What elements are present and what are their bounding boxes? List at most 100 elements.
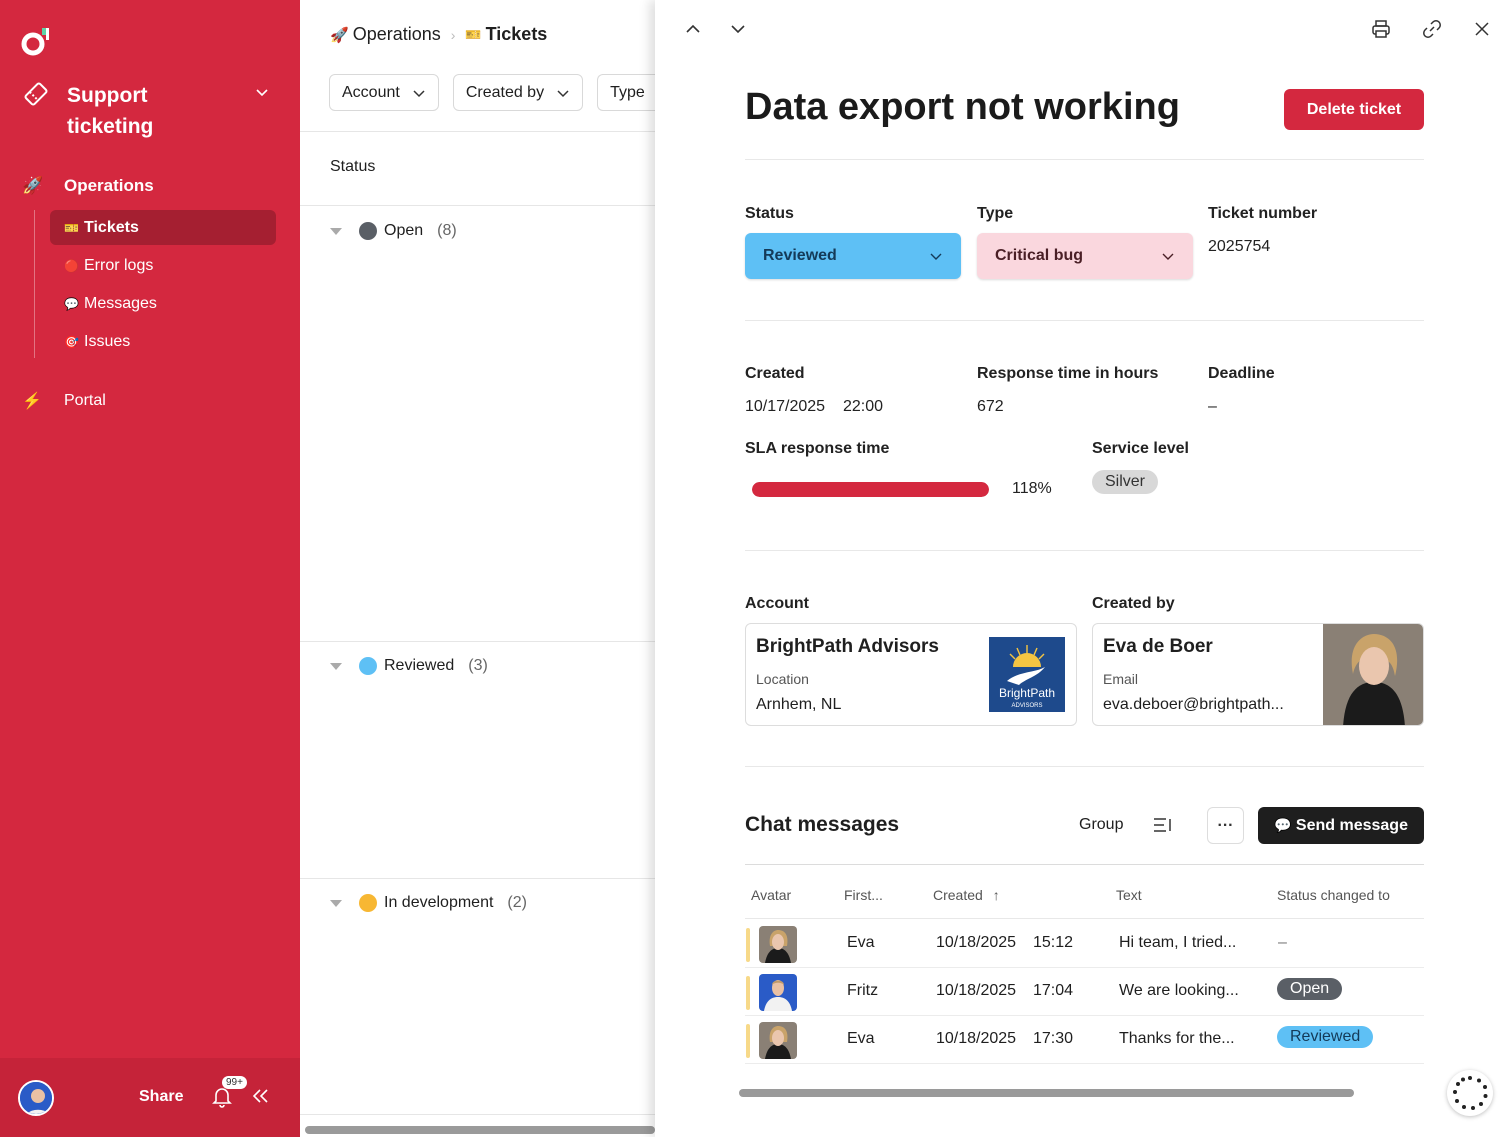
horizontal-scrollbar[interactable] <box>739 1089 1354 1097</box>
cell-created-time: 17:30 <box>1033 1030 1074 1047</box>
sidebar-item-error-logs[interactable]: 🔴 Error logs <box>50 248 276 283</box>
divider <box>300 131 655 132</box>
filter-account[interactable]: Account <box>329 74 439 111</box>
deadline-label: Deadline <box>1208 365 1275 382</box>
group-reviewed[interactable]: Reviewed (3) <box>330 657 488 675</box>
column-header-status-changed[interactable]: Status changed to <box>1277 887 1390 903</box>
table-row[interactable]: Eva 10/18/2025 17:30 Thanks for the... R… <box>745 1016 1424 1064</box>
row-marker <box>746 976 750 1010</box>
sidebar-item-label: Messages <box>84 294 157 312</box>
status-select[interactable]: Reviewed <box>745 233 961 279</box>
more-options-button[interactable]: ··· <box>1207 807 1244 844</box>
collapse-triangle-icon[interactable] <box>330 227 342 235</box>
column-header-avatar[interactable]: Avatar <box>751 887 791 903</box>
link-icon[interactable] <box>1422 19 1442 39</box>
target-icon: 🎯 <box>64 334 79 349</box>
account-label: Account <box>745 595 809 612</box>
sla-percent: 118% <box>1012 480 1052 497</box>
breadcrumb-tickets[interactable]: Tickets <box>486 24 548 45</box>
breadcrumb-operations[interactable]: Operations <box>353 24 441 45</box>
group-label: Open <box>384 222 424 239</box>
account-field-value: Arnhem, NL <box>756 696 842 713</box>
column-header-text[interactable]: Text <box>1116 887 1142 903</box>
sidebar-item-label: Issues <box>84 332 131 350</box>
ticket-icon <box>24 82 48 106</box>
avatar-eva <box>759 926 797 963</box>
brightpath-logo-icon: BrightPath ADVISORS <box>989 637 1065 712</box>
send-message-button[interactable]: 💬 Send message <box>1258 807 1424 844</box>
response-time-value: 672 <box>977 398 1004 415</box>
workspace-name: Support ticketing <box>67 84 154 138</box>
bell-icon[interactable] <box>212 1086 232 1108</box>
account-card[interactable]: BrightPath Advisors Location Arnhem, NL … <box>745 623 1077 726</box>
group-in-development[interactable]: In development (2) <box>330 894 527 912</box>
horizontal-scrollbar[interactable] <box>305 1126 655 1134</box>
type-select[interactable]: Critical bug <box>977 233 1193 279</box>
cell-created-time: 15:12 <box>1033 934 1074 951</box>
status-dot <box>359 657 377 675</box>
creator-name: Eva de Boer <box>1103 636 1213 657</box>
chevron-down-icon[interactable] <box>728 19 748 39</box>
cell-created-date: 10/18/2025 <box>936 934 1017 951</box>
workspace-switcher[interactable]: Support ticketing <box>22 80 282 140</box>
created-by-label: Created by <box>1092 595 1175 612</box>
cell-created-date: 10/18/2025 <box>936 1030 1017 1047</box>
collapse-triangle-icon[interactable] <box>330 662 342 670</box>
collapse-triangle-icon[interactable] <box>330 899 342 907</box>
close-icon[interactable] <box>1472 19 1492 39</box>
notification-badge: 99+ <box>222 1076 247 1089</box>
creator-photo <box>1323 624 1423 725</box>
cell-text: Thanks for the... <box>1119 1030 1235 1047</box>
sort-icon[interactable] <box>1152 815 1174 835</box>
column-header-label: Created <box>933 887 983 903</box>
chevron-down-icon <box>413 89 425 97</box>
filter-created-by[interactable]: Created by <box>452 74 584 111</box>
type-label: Type <box>977 205 1014 222</box>
chevron-down-icon[interactable] <box>254 84 270 100</box>
nav-section-portal[interactable]: ⚡ Portal <box>22 388 106 414</box>
filter-label: Account <box>342 83 400 101</box>
created-by-card[interactable]: Eva de Boer Email eva.deboer@brightpath.… <box>1092 623 1424 726</box>
sidebar-item-messages[interactable]: 💬 Messages <box>50 286 276 321</box>
delete-ticket-button[interactable]: Delete ticket <box>1284 89 1424 130</box>
created-date: 10/17/2025 <box>745 398 826 415</box>
column-header-first[interactable]: First... <box>844 887 883 903</box>
service-level-label: Service level <box>1092 440 1189 457</box>
avatar-fritz <box>759 974 797 1011</box>
share-button[interactable]: Share <box>139 1088 183 1106</box>
column-header-status[interactable]: Status <box>330 158 375 176</box>
sidebar-item-tickets[interactable]: 🎫 Tickets <box>50 210 276 245</box>
nav-section-label: Operations <box>64 176 154 195</box>
divider <box>745 320 1424 321</box>
breadcrumb: 🚀 Operations › 🎫 Tickets <box>330 24 547 45</box>
print-icon[interactable] <box>1371 19 1391 39</box>
column-header-created[interactable]: Created ↑ <box>933 887 1000 903</box>
status-dot <box>359 894 377 912</box>
user-avatar[interactable] <box>18 1080 54 1116</box>
group-button[interactable]: Group <box>1079 816 1123 834</box>
arrow-up-icon: ↑ <box>992 887 1000 903</box>
group-open[interactable]: Open (8) <box>330 222 457 240</box>
group-count: (2) <box>507 894 527 911</box>
status-pill-open: Open <box>1277 978 1343 1000</box>
cell-created-date: 10/18/2025 <box>936 982 1017 999</box>
rocket-icon: 🚀 <box>22 176 44 195</box>
divider <box>745 918 1424 919</box>
divider <box>300 1114 655 1115</box>
lightning-icon: ⚡ <box>22 393 42 410</box>
deadline-value: – <box>1208 398 1217 415</box>
chevron-right-icon: › <box>450 26 456 43</box>
chevron-down-icon <box>930 253 942 260</box>
sidebar-item-issues[interactable]: 🎯 Issues <box>50 324 276 359</box>
collapse-sidebar-icon[interactable] <box>252 1088 270 1104</box>
type-value: Critical bug <box>995 247 1084 264</box>
filter-type[interactable]: Type <box>597 74 658 111</box>
chevron-up-icon[interactable] <box>683 19 703 39</box>
app-logo-icon[interactable] <box>20 26 52 58</box>
table-row[interactable]: Fritz 10/18/2025 17:04 We are looking...… <box>745 968 1424 1016</box>
sla-progress-bar <box>752 482 989 497</box>
table-row[interactable]: Eva 10/18/2025 15:12 Hi team, I tried...… <box>745 920 1424 968</box>
loading-spinner-icon[interactable] <box>1447 1070 1493 1116</box>
nav-section-label: Portal <box>64 392 106 409</box>
nav-section-operations[interactable]: 🚀 Operations <box>22 172 282 200</box>
